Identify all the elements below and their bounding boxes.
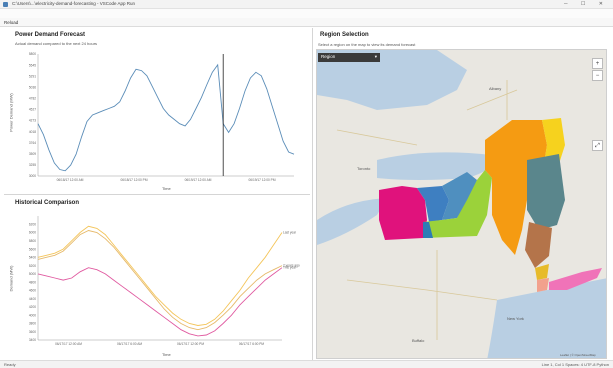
x-tick-label: 06/19/17 12:00 AM [185,178,212,182]
y-tick-label: 3400 [29,338,36,342]
x-tick-label: 06/17/17 6:00 AM [117,342,142,346]
y-tick-label: 6000 [29,231,36,235]
history-chart[interactable]: 3400 3600 3800 4000 4200 4400 4600 4800 5000 5200… [4,208,310,354]
map-attribution: Leaflet | © OpenStreetMap [560,353,596,357]
fullscreen-icon[interactable]: ⤢ [592,140,603,151]
y-tick-label: 4782 [29,97,36,101]
chevron-down-icon: ▾ [374,54,377,59]
zoom-out-button[interactable]: − [592,70,603,81]
map-label-albany: Albany [489,86,501,91]
region-dropdown[interactable]: Region ▾ [318,53,380,62]
region-subtitle: Select a region on the map to view its d… [318,42,416,47]
atlantic-ocean [487,278,606,358]
region-nyc[interactable] [537,278,549,292]
panel-divider-vertical [312,28,313,361]
y-tick-label: 5000 [29,272,36,276]
y-tick-label: 5800 [29,239,36,243]
y-tick-label: 3255 [29,163,36,167]
series-line-0[interactable] [37,63,295,172]
forecast-chart[interactable]: 3000 3255 3509 3764 4018 4273 4527 4782 5036 5291… [4,46,310,192]
region-millwood[interactable] [535,264,549,280]
map-label-buffalo: Buffalo [412,338,425,343]
y-tick-label: 4273 [29,119,36,123]
y-tick-label: 5400 [29,256,36,260]
series-line-2[interactable] [37,267,283,337]
map-label-new-york: New York [507,316,524,321]
y-tick-label: 5200 [29,264,36,268]
menu-bar: File Edit View Run Window Help [0,9,613,25]
region-dropdown-value: Region [321,54,336,59]
x-tick-label: 06/17/17 6:00 PM [239,342,265,346]
forecast-xlabel: Time [162,186,171,191]
forecast-ylabel: Power Demand (MW) [8,93,14,132]
x-tick-label: 06/17/17 12:00 PM [177,342,204,346]
y-tick-label: 5600 [29,247,36,251]
forecast-title: Power Demand Forecast [15,32,86,38]
y-tick-label: 4000 [29,313,36,317]
zoom-in-button[interactable]: + [592,58,603,69]
window-controls[interactable]: ─ ☐ ✕ [564,1,609,7]
status-bar: Ready Line 1, Col 1 Spaces: 4 UTF-8 Pyth… [0,360,613,368]
y-tick-label: 5036 [29,85,36,89]
y-tick-label: 3764 [29,141,36,145]
window-title: C:\Users\...\electricity-demand-forecast… [12,1,136,6]
y-tick-label: 3800 [29,322,36,326]
y-tick-label: 4800 [29,280,36,284]
y-tick-label: 4400 [29,297,36,301]
toolbar: Reload [0,18,613,27]
y-tick-label: 3600 [29,330,36,334]
lake-ontario-east [377,152,493,180]
y-tick-label: 4200 [29,305,36,309]
region-west[interactable] [379,186,427,240]
region-hudson-valley[interactable] [525,222,552,268]
reload-button[interactable]: Reload [4,20,18,25]
region-map[interactable]: Toronto Albany New York Buffalo [316,49,607,359]
series-label-2: This year [283,266,297,270]
map-canvas[interactable]: Toronto Albany New York Buffalo [317,50,607,359]
x-tick-label: 06/18/17 12:00 PM [121,178,148,182]
map-label-toronto: Toronto [357,166,371,171]
status-left: Ready [4,362,16,367]
y-tick-label: 5291 [29,74,36,78]
status-right: Line 1, Col 1 Spaces: 4 UTF-8 Python [541,362,609,367]
y-tick-label: 4018 [29,130,36,134]
region-capital[interactable] [527,154,565,230]
series-line-1[interactable] [37,230,283,331]
series-label-0: Last year [283,231,297,235]
y-tick-label: 3509 [29,152,36,156]
x-tick-label: 06/19/17 12:00 PM [249,178,276,182]
history-xlabel: Time [162,352,171,357]
app-icon [3,2,8,7]
y-tick-label: 3000 [29,174,36,178]
y-tick-label: 5800 [29,52,36,56]
window-titlebar: C:\Users\...\electricity-demand-forecast… [0,0,613,9]
y-tick-label: 4527 [29,108,36,112]
y-tick-label: 4600 [29,289,36,293]
region-title: Region Selection [320,32,369,38]
lake-erie [317,198,387,245]
history-ylabel: Demand (MW) [8,265,14,292]
y-tick-label: 5545 [29,63,36,67]
history-title: Historical Comparison [15,200,80,206]
panel-divider-horizontal [4,194,310,195]
y-tick-label: 6200 [29,222,36,226]
x-tick-label: 06/18/17 12:00 AM [57,178,84,182]
x-tick-label: 06/17/17 12:00 AM [55,342,82,346]
